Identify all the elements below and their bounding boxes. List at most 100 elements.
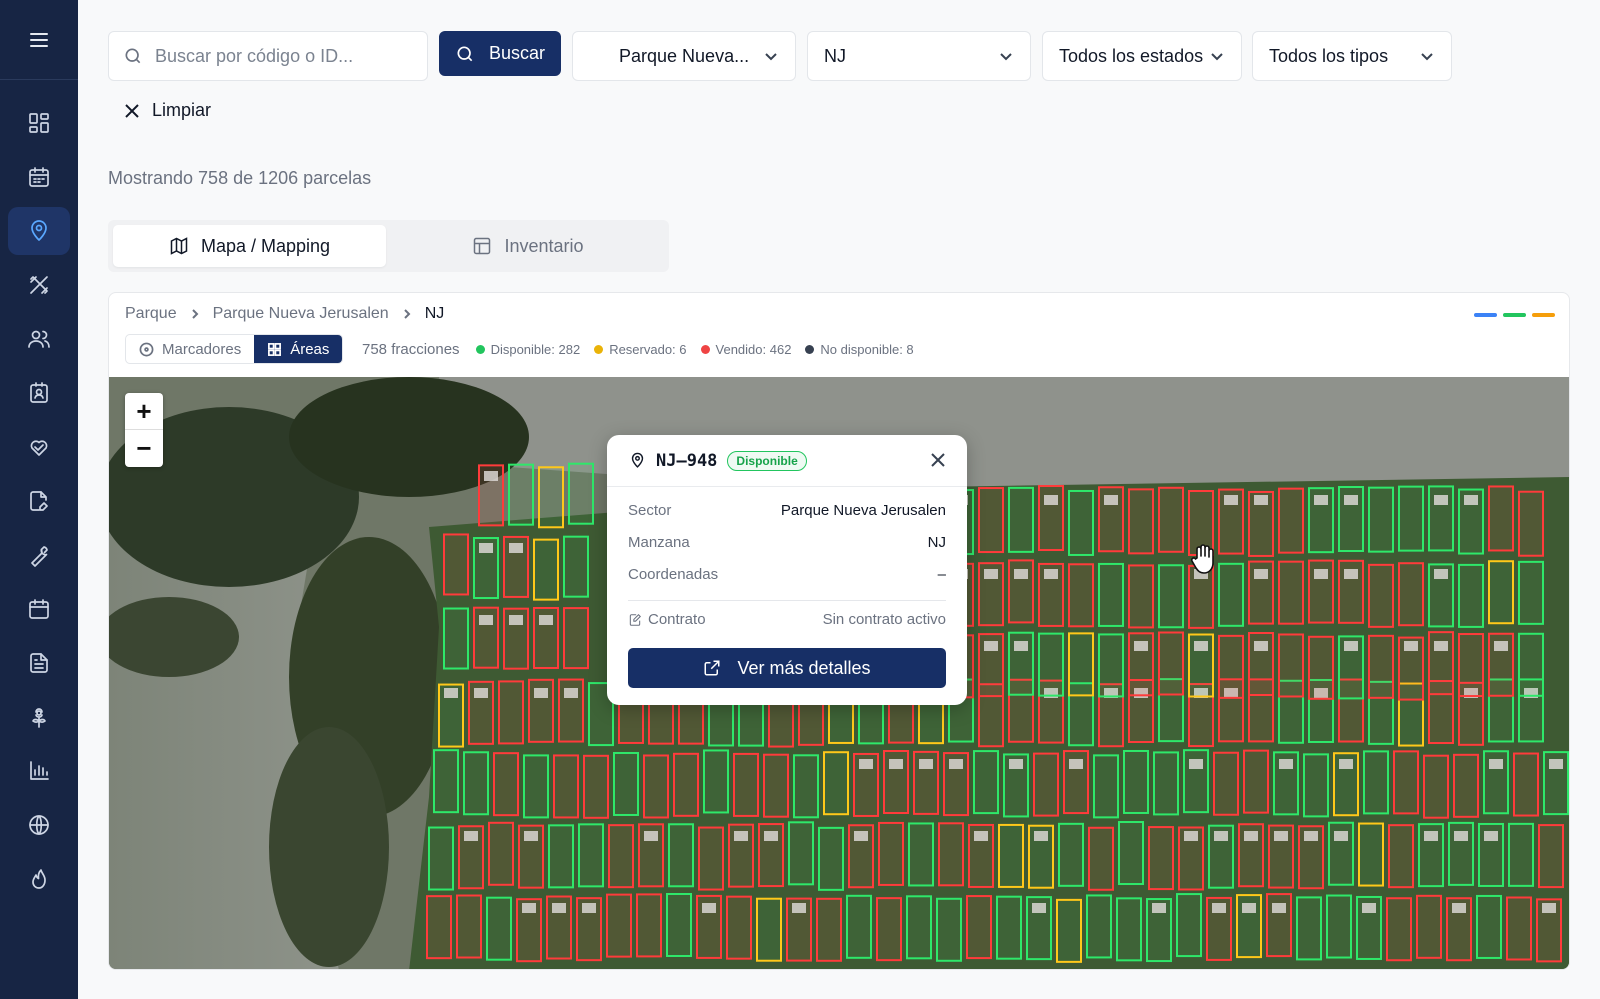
breadcrumb-park[interactable]: Parque Nueva Jerusalen — [213, 305, 389, 323]
plot-area[interactable] — [1508, 822, 1534, 887]
plot-area[interactable] — [973, 750, 999, 815]
plot-area[interactable] — [1033, 752, 1059, 817]
plot-area[interactable] — [443, 533, 469, 596]
plot-area[interactable] — [1278, 560, 1304, 625]
plot-area[interactable] — [698, 826, 724, 891]
sidebar-item-cremation[interactable] — [8, 855, 70, 903]
plot-area[interactable] — [548, 824, 574, 889]
plot-area[interactable] — [1128, 488, 1154, 555]
plot-area[interactable] — [878, 821, 904, 886]
plot-area[interactable] — [846, 894, 872, 959]
plot-area[interactable] — [1453, 753, 1479, 818]
sidebar-item-tools[interactable] — [8, 261, 70, 309]
plot-area[interactable] — [1308, 635, 1334, 700]
plot-area[interactable] — [488, 821, 514, 886]
plot-area[interactable] — [1058, 822, 1084, 887]
tab-inventory[interactable]: Inventario — [393, 225, 663, 267]
zoom-out-button[interactable]: − — [125, 430, 163, 467]
plot-area[interactable] — [816, 897, 842, 962]
plot-area[interactable] — [428, 826, 454, 891]
plot-area[interactable] — [1326, 894, 1352, 959]
sidebar-item-schedule[interactable] — [8, 585, 70, 633]
markers-toggle[interactable]: Marcadores — [126, 335, 254, 363]
search-button[interactable]: Buscar — [439, 31, 561, 76]
plot-area[interactable] — [788, 821, 814, 886]
plot-area[interactable] — [1068, 563, 1094, 628]
plot-area[interactable] — [456, 894, 482, 959]
plot-area[interactable] — [823, 751, 849, 816]
plot-area[interactable] — [1303, 753, 1329, 818]
plot-area[interactable] — [936, 897, 962, 962]
plot-area[interactable] — [1148, 826, 1174, 891]
plot-area[interactable] — [1423, 754, 1449, 819]
plot-area[interactable] — [1123, 749, 1149, 814]
type-select[interactable]: Todos los tipos — [1252, 31, 1452, 81]
plot-area[interactable] — [608, 824, 634, 889]
status-select[interactable]: Todos los estados — [1042, 31, 1242, 81]
plot-area[interactable] — [1538, 824, 1564, 889]
plot-area[interactable] — [1518, 560, 1544, 625]
clear-filters-button[interactable]: Limpiar — [124, 100, 211, 121]
search-input[interactable] — [155, 45, 405, 67]
plot-area[interactable] — [1158, 631, 1184, 696]
plot-area[interactable] — [908, 822, 934, 887]
plot-area[interactable] — [703, 749, 729, 814]
plot-area[interactable] — [733, 752, 759, 817]
plot-area[interactable] — [1358, 822, 1384, 887]
breadcrumb-root[interactable]: Parque — [125, 305, 177, 323]
plot-area[interactable] — [726, 895, 752, 960]
plot-area[interactable] — [1388, 824, 1414, 889]
plot-area[interactable] — [1098, 633, 1124, 698]
plot-area[interactable] — [443, 607, 469, 670]
plot-area[interactable] — [1398, 485, 1424, 552]
plot-area[interactable] — [793, 754, 819, 819]
plot-area[interactable] — [1116, 897, 1142, 962]
plot-area[interactable] — [998, 823, 1024, 888]
plot-area[interactable] — [1368, 563, 1394, 628]
plot-area[interactable] — [1386, 897, 1412, 962]
plot-area[interactable] — [1458, 563, 1484, 628]
plot-area[interactable] — [1086, 894, 1112, 959]
plot-area[interactable] — [1218, 562, 1244, 627]
plot-area[interactable] — [978, 487, 1004, 554]
plot-area[interactable] — [1158, 564, 1184, 629]
plot-area[interactable] — [756, 897, 782, 962]
sidebar-item-documents[interactable] — [8, 639, 70, 687]
plot-area[interactable] — [1093, 754, 1119, 819]
sidebar-item-map[interactable] — [8, 207, 70, 255]
plot-area[interactable] — [1088, 826, 1114, 891]
plot-area[interactable] — [1518, 490, 1544, 557]
plot-area[interactable] — [463, 751, 489, 816]
plot-area[interactable] — [578, 823, 604, 888]
plot-area[interactable] — [1008, 486, 1034, 553]
plot-area[interactable] — [818, 826, 844, 891]
plot-area[interactable] — [966, 895, 992, 960]
areas-toggle[interactable]: Áreas — [254, 335, 343, 363]
plot-area[interactable] — [1118, 821, 1144, 886]
sidebar-item-calendar[interactable] — [8, 153, 70, 201]
plot-area[interactable] — [553, 754, 579, 819]
view-details-button[interactable]: Ver más detalles — [628, 648, 946, 688]
plot-area[interactable] — [433, 749, 459, 814]
plot-area[interactable] — [1243, 749, 1269, 814]
plot-area[interactable] — [1153, 751, 1179, 816]
sidebar-item-dashboard[interactable] — [8, 99, 70, 147]
sidebar-item-maintenance[interactable] — [8, 531, 70, 579]
menu-button[interactable] — [0, 0, 78, 80]
plot-area[interactable] — [533, 538, 559, 601]
plot-area[interactable] — [1488, 485, 1514, 552]
plot-area[interactable] — [508, 463, 534, 526]
plot-area[interactable] — [1068, 489, 1094, 556]
plot-area[interactable] — [538, 466, 564, 529]
plot-area[interactable] — [1476, 894, 1502, 959]
sidebar-item-reports[interactable] — [8, 747, 70, 795]
plot-area[interactable] — [1506, 896, 1532, 961]
plot-area[interactable] — [938, 822, 964, 887]
sidebar-item-flowers[interactable] — [8, 693, 70, 741]
plot-area[interactable] — [1278, 633, 1304, 698]
plot-area[interactable] — [1416, 894, 1442, 959]
plot-area[interactable] — [493, 752, 519, 817]
plot-area[interactable] — [1038, 632, 1064, 697]
block-select[interactable]: NJ — [807, 31, 1031, 81]
plot-area[interactable] — [426, 895, 452, 960]
